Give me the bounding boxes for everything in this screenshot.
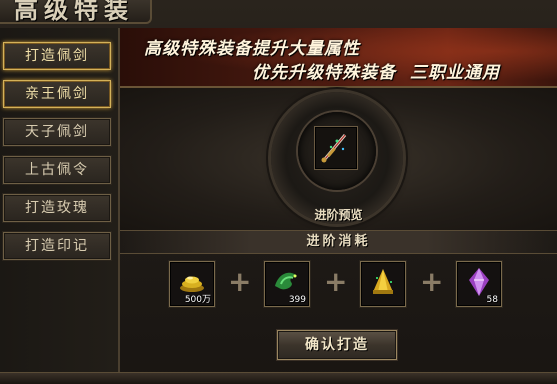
sidebar-item-ancient-token[interactable]: 上古佩令	[3, 156, 111, 184]
plus-icon: +	[228, 265, 252, 298]
preview-area: 进阶预览	[120, 88, 557, 230]
confirm-forge-button[interactable]: 确认打造	[277, 330, 397, 360]
banner-line-1: 高级特殊装备提升大量属性	[144, 39, 360, 59]
game-panel: 高级特装 打造佩剑 亲王佩剑 天子佩剑 上古佩令 打造玫瑰 打造印记 高级特殊装…	[0, 0, 557, 384]
gold-pile-icon	[180, 276, 204, 292]
sword-icon	[321, 134, 347, 163]
cost-slot-gold[interactable]: 500万	[169, 261, 215, 307]
promo-banner: 高级特殊装备提升大量属性 优先升级特殊装备 三职业通用	[120, 28, 557, 88]
sidebar-item-forge-sword[interactable]: 打造佩剑	[3, 42, 111, 70]
green-dragon-icon	[275, 272, 297, 290]
window-title: 高级特装	[14, 0, 134, 24]
cost-qty-gold: 500万	[184, 295, 211, 305]
panel-bottom-edge	[0, 372, 557, 384]
cost-section-header: 进阶消耗	[120, 230, 557, 254]
cost-slot-dragon[interactable]: 399	[264, 261, 310, 307]
plus-icon: +	[420, 265, 444, 298]
preview-item-slot[interactable]	[314, 126, 358, 170]
banner-line-2: 优先升级特殊装备 三职业通用	[252, 63, 500, 83]
cost-qty-gem: 58	[486, 295, 498, 305]
gold-ingot-icon	[373, 269, 393, 294]
cost-qty-dragon: 399	[288, 295, 306, 305]
sidebar-item-prince-sword[interactable]: 亲王佩剑	[3, 80, 111, 108]
sidebar-item-forge-mark[interactable]: 打造印记	[3, 232, 111, 260]
cost-slot-ingot[interactable]	[360, 261, 406, 307]
plus-icon: +	[324, 265, 348, 298]
cost-slot-gem[interactable]: 58	[456, 261, 502, 307]
purple-gem-icon	[469, 268, 489, 296]
main-panel: 高级特殊装备提升大量属性 优先升级特殊装备 三职业通用 进阶预览 进阶消耗 50…	[120, 28, 557, 383]
window-title-tab: 高级特装	[0, 0, 152, 24]
sidebar-item-emperor-sword[interactable]: 天子佩剑	[3, 118, 111, 146]
sidebar-item-forge-rose[interactable]: 打造玫瑰	[3, 194, 111, 222]
cost-title: 进阶消耗	[306, 234, 371, 249]
sidebar: 打造佩剑 亲王佩剑 天子佩剑 上古佩令 打造玫瑰 打造印记	[0, 28, 120, 383]
preview-label: 进阶预览	[314, 208, 363, 222]
